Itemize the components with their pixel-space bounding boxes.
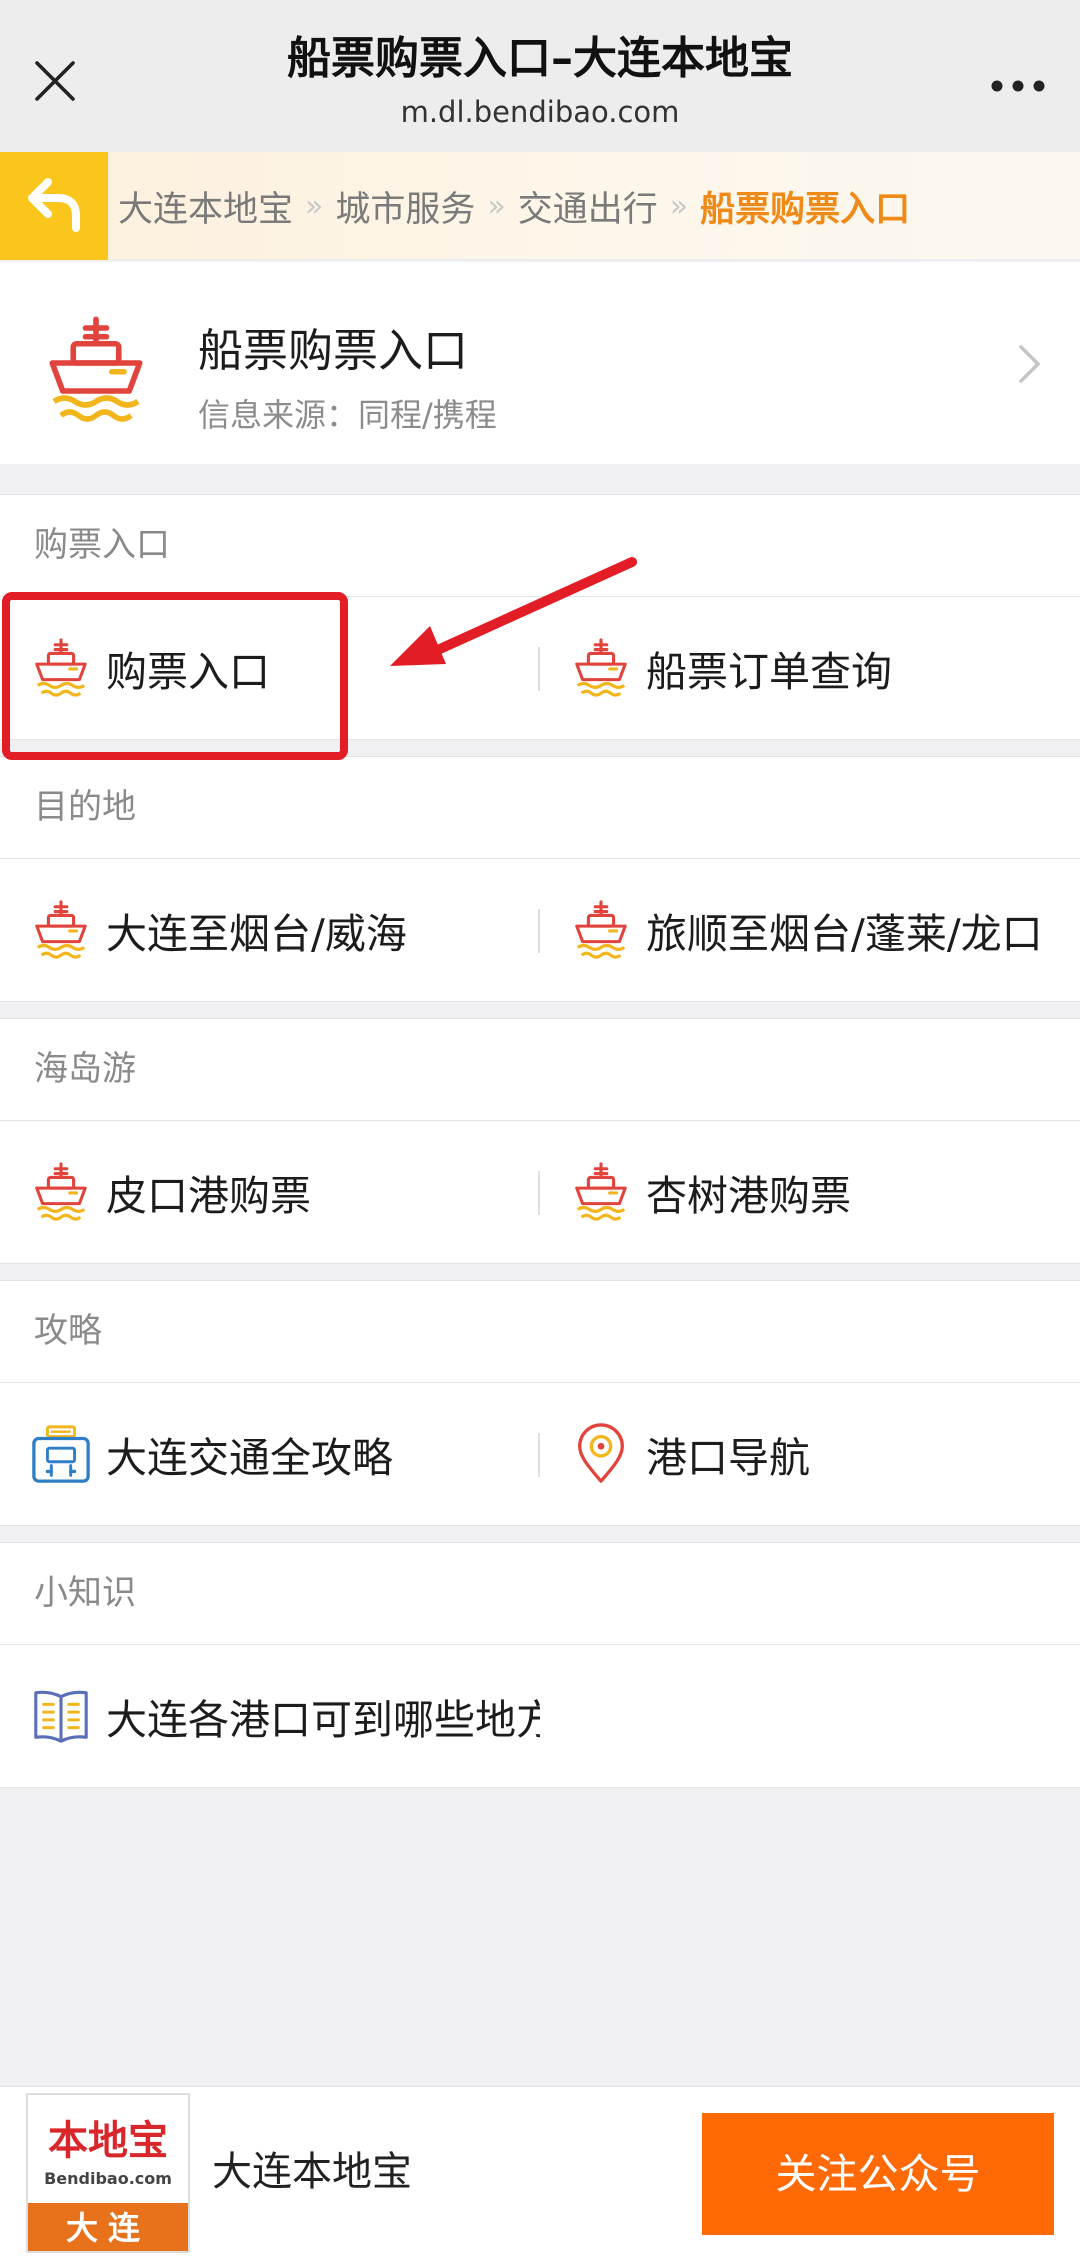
ship-icon	[30, 899, 92, 961]
transport-guide-label: 大连交通全攻略	[106, 1434, 393, 1482]
chevron-right-icon	[1019, 345, 1041, 383]
section-row-tips: 大连各港口可到哪些地方	[0, 1644, 1080, 1788]
logo-top: 本地宝 Bendibao.com	[28, 2095, 188, 2203]
close-icon[interactable]	[22, 48, 88, 114]
breadcrumb-item-current: 船票购票入口	[700, 189, 911, 230]
title-block: 船票购票入口–大连本地宝 m.dl.bendibao.com	[200, 30, 880, 132]
port-navigation-label: 港口导航	[646, 1434, 810, 1482]
xingshu-port-ticket-label: 杏树港购票	[646, 1172, 851, 1220]
row-divider	[538, 1433, 540, 1477]
breadcrumb-separator: »	[487, 188, 506, 224]
breadcrumb-item-city-services[interactable]: 城市服务	[335, 181, 475, 232]
highlight-box-annotation	[2, 592, 348, 760]
pikou-port-ticket-link[interactable]: 皮口港购票	[30, 1121, 530, 1263]
lushun-yantai-penglai-longkou-link[interactable]: 旅顺至烟台/蓬莱/龙口	[570, 859, 1080, 1001]
section-row-destinations: 大连至烟台/威海 旅顺至烟台/蓬莱/龙口	[0, 858, 1080, 1002]
order-query-label: 船票订单查询	[646, 648, 892, 696]
logo-city-text: 大连	[28, 2203, 188, 2251]
breadcrumb-items: 大连本地宝 » 城市服务 » 交通出行 » 船票购票入口	[118, 152, 910, 260]
ports-destinations-article-label: 大连各港口可到哪些地方	[106, 1696, 540, 1744]
logo-cn-text: 本地宝	[48, 2117, 168, 2164]
port-navigation-link[interactable]: 港口导航	[570, 1383, 1080, 1525]
service-title: 船票购票入口	[198, 324, 469, 377]
row-divider	[538, 909, 540, 953]
ship-icon	[30, 1161, 92, 1223]
more-options-icon[interactable]	[978, 56, 1058, 116]
location-pin-icon	[578, 1423, 624, 1483]
dalian-yantai-weihai-label: 大连至烟台/威海	[106, 910, 407, 958]
breadcrumb-separator: »	[669, 188, 689, 224]
brand-logo: 本地宝 Bendibao.com 大连	[26, 2093, 190, 2253]
breadcrumb: 大连本地宝 » 城市服务 » 交通出行 » 船票购票入口	[0, 152, 1080, 260]
logo-en-text: Bendibao.com	[44, 2169, 172, 2188]
pikou-port-ticket-label: 皮口港购票	[106, 1172, 311, 1220]
ship-icon	[570, 1161, 632, 1223]
dalian-yantai-weihai-link[interactable]: 大连至烟台/威海	[30, 859, 530, 1001]
xingshu-port-ticket-link[interactable]: 杏树港购票	[570, 1121, 1080, 1263]
ship-icon	[40, 314, 152, 426]
section-label-island-tour: 海岛游	[0, 1018, 1080, 1120]
section-row-guides: 大连交通全攻略 港口导航	[0, 1382, 1080, 1526]
section-row-island-tour: 皮口港购票 杏树港购票	[0, 1120, 1080, 1264]
row-divider	[538, 1171, 540, 1215]
section-label-guides: 攻略	[0, 1280, 1080, 1382]
bus-icon	[32, 1425, 90, 1483]
breadcrumb-item-home[interactable]: 大连本地宝	[118, 181, 293, 232]
page-url: m.dl.bendibao.com	[400, 95, 680, 129]
back-arrow-icon	[28, 178, 80, 232]
back-button[interactable]	[0, 152, 108, 260]
ports-destinations-article-link[interactable]: 大连各港口可到哪些地方	[30, 1645, 540, 1787]
section-label-tips: 小知识	[0, 1542, 1080, 1644]
brand-name: 大连本地宝	[212, 2149, 412, 2195]
breadcrumb-item-transport[interactable]: 交通出行	[518, 181, 658, 232]
bottom-follow-bar: 本地宝 Bendibao.com 大连 大连本地宝 关注公众号	[0, 2086, 1080, 2257]
breadcrumb-separator: »	[305, 188, 324, 224]
service-header-card[interactable]: 船票购票入口 信息来源：同程/携程	[0, 262, 1080, 464]
page-title: 船票购票入口–大连本地宝	[287, 33, 793, 84]
section-label-destinations: 目的地	[0, 756, 1080, 858]
service-source: 信息来源：同程/携程	[198, 396, 497, 434]
ship-icon	[570, 899, 632, 961]
follow-account-button[interactable]: 关注公众号	[702, 2113, 1054, 2235]
lushun-yantai-penglai-longkou-label: 旅顺至烟台/蓬莱/龙口	[646, 910, 1043, 958]
book-icon	[34, 1690, 88, 1743]
annotation-arrow-icon	[390, 557, 637, 666]
browser-topbar: 船票购票入口–大连本地宝 m.dl.bendibao.com	[0, 0, 1080, 152]
transport-guide-link[interactable]: 大连交通全攻略	[30, 1383, 530, 1525]
